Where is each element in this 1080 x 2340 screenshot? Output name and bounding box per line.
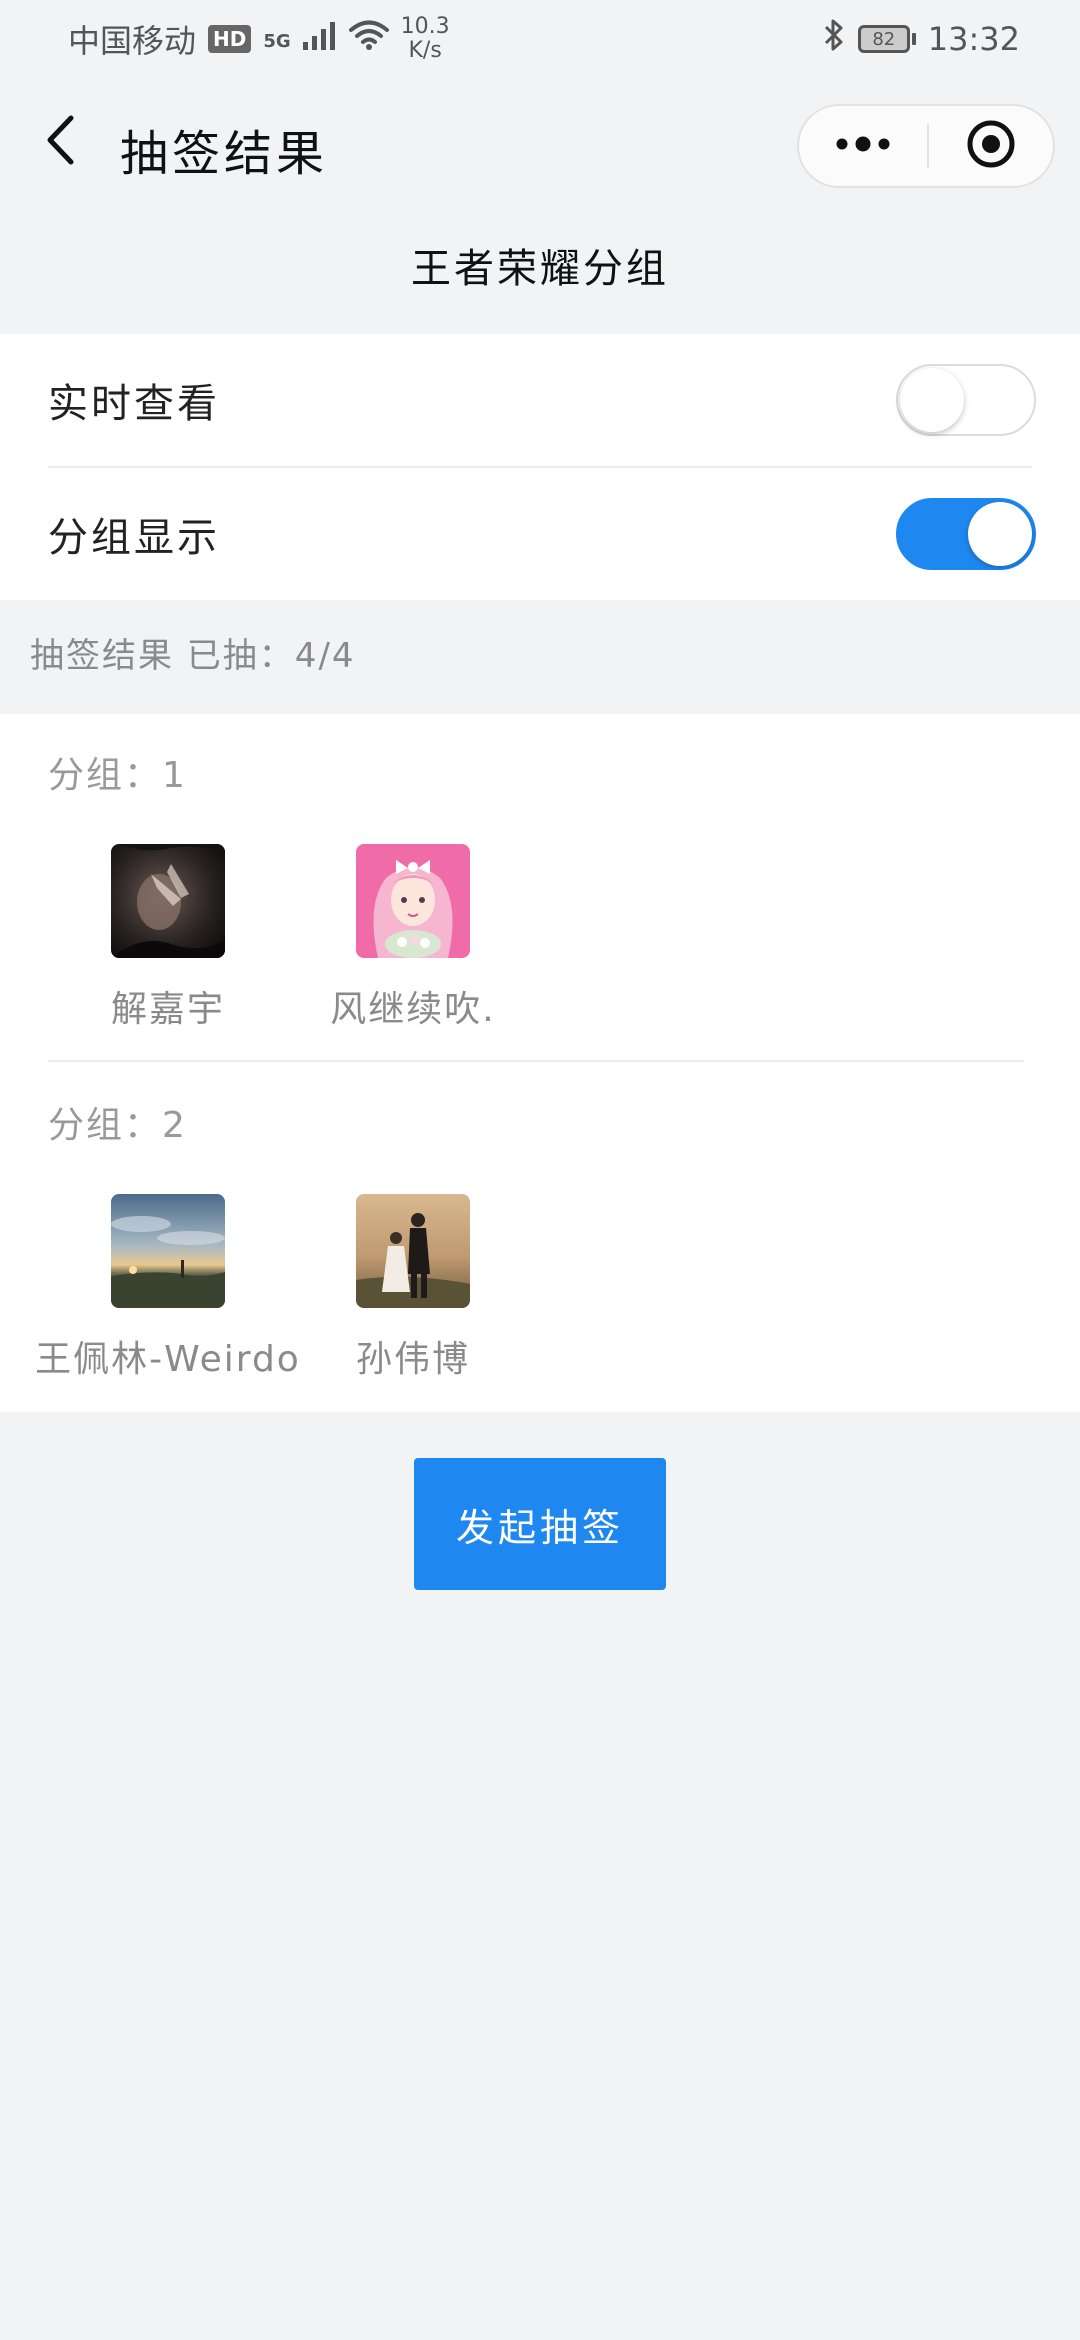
start-draw-button[interactable]: 发起抽签 (414, 1458, 666, 1590)
close-button[interactable] (929, 106, 1053, 186)
member-item[interactable]: 风继续吹. (283, 844, 543, 1044)
sunset-landscape-avatar (111, 1194, 225, 1308)
target-close-icon (965, 118, 1017, 174)
back-button[interactable] (38, 112, 82, 172)
status-left: 中国移动 HD 5G 10.3 K/s (68, 15, 450, 63)
settings-card: 实时查看 分组显示 (0, 334, 1080, 600)
speed-unit: K/s (408, 38, 442, 63)
realtime-view-row: 实时查看 (0, 334, 1080, 466)
battery-level: 82 (857, 25, 910, 53)
groups-card: 分组：1 解嘉宇 风继续吹. 分组：2 王佩林-Weirdo 孙伟博 (0, 714, 1080, 1412)
carrier-name: 中国移动 (68, 22, 197, 60)
more-dots-icon (835, 136, 891, 156)
bluetooth-icon (822, 18, 846, 60)
group-display-switch[interactable] (896, 498, 1036, 570)
group-display-label: 分组显示 (48, 515, 220, 561)
member-item[interactable]: 王佩林-Weirdo (35, 1194, 299, 1394)
network-type: 5G (263, 31, 291, 52)
nav-bar: 抽签结果 (0, 78, 1080, 212)
network-speed: 10.3 K/s (401, 15, 450, 63)
battery-tip (911, 33, 916, 45)
status-bar: 中国移动 HD 5G 10.3 K/s 82 13:32 (0, 0, 1080, 78)
group-2: 分组：2 王佩林-Weirdo 孙伟博 (0, 1064, 1080, 1412)
member-name: 风继续吹. (330, 989, 496, 1030)
group-label: 分组：1 (48, 755, 187, 796)
member-name: 孙伟博 (355, 1339, 470, 1380)
clock-time: 13:32 (927, 20, 1020, 58)
group-label: 分组：2 (48, 1105, 187, 1146)
page-title: 抽签结果 (120, 126, 329, 182)
wifi-icon (348, 19, 389, 59)
couple-photo-avatar (356, 1194, 470, 1308)
group-1: 分组：1 解嘉宇 风继续吹. (0, 714, 1080, 1062)
result-summary: 抽签结果 已抽：4/4 (30, 636, 356, 676)
member-item[interactable]: 解嘉宇 (38, 844, 298, 1044)
battery-icon: 82 (857, 25, 916, 53)
realtime-view-label: 实时查看 (48, 381, 220, 427)
mini-program-capsule (797, 104, 1055, 188)
realtime-view-switch[interactable] (896, 364, 1036, 436)
pink-anime-girl-avatar (356, 844, 470, 958)
status-right: 82 13:32 (822, 18, 1020, 60)
group-display-row: 分组显示 (0, 468, 1080, 600)
more-button[interactable] (799, 106, 927, 186)
member-item[interactable]: 孙伟博 (283, 1194, 543, 1394)
dark-portrait-avatar (111, 844, 225, 958)
chevron-left-icon (45, 114, 75, 170)
group-divider (48, 1060, 1024, 1062)
draw-subject-title: 王者荣耀分组 (411, 246, 669, 292)
switch-knob (900, 368, 964, 432)
switch-knob (968, 502, 1032, 566)
speed-value: 10.3 (400, 14, 450, 39)
signal-icon (302, 20, 337, 58)
hd-badge: HD (208, 25, 252, 53)
